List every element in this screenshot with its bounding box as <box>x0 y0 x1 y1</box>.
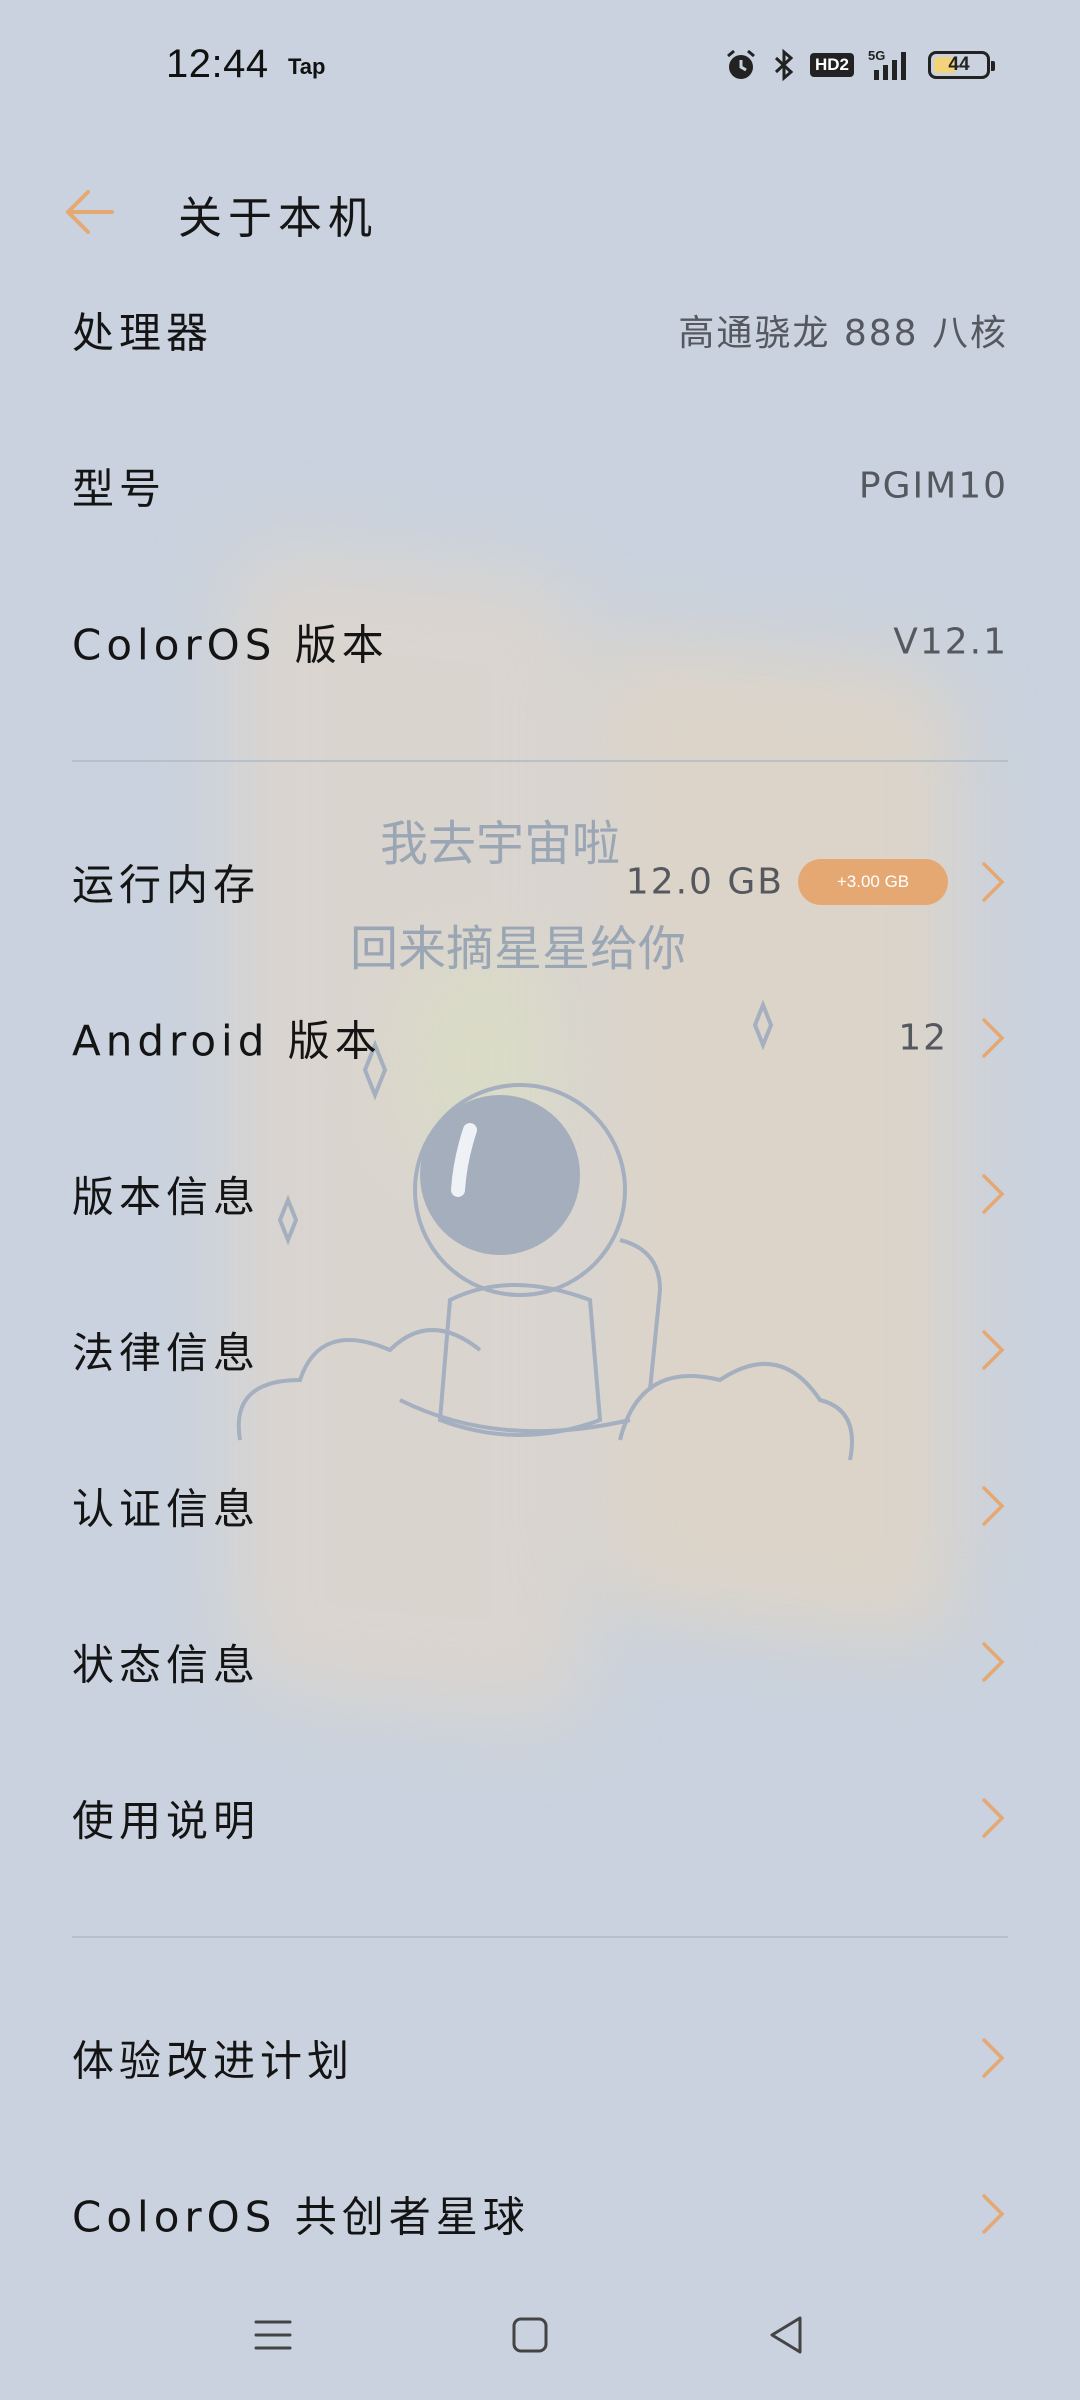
row-label: 型号 <box>72 464 167 514</box>
chevron-right-icon <box>982 1018 1005 1058</box>
row-label: ColorOS 版本 <box>72 620 389 670</box>
settings-row-user-guide[interactable]: 使用说明 <box>72 1740 1008 1896</box>
chevron-right-icon <box>982 1330 1005 1370</box>
settings-row-coloros-cocreator[interactable]: ColorOS 共创者星球 <box>72 2136 1008 2292</box>
chevron-right-icon <box>982 1174 1005 1214</box>
settings-row-version-info[interactable]: 版本信息 <box>72 1116 1008 1272</box>
row-label: 使用说明 <box>72 1796 261 1846</box>
row-label: 状态信息 <box>72 1640 261 1690</box>
settings-row-legal-info[interactable]: 法律信息 <box>72 1272 1008 1428</box>
bluetooth-icon <box>774 48 794 82</box>
alarm-icon <box>727 49 755 79</box>
status-icons: HD2 5G 44 <box>724 48 995 82</box>
navigation-bar <box>0 2280 1080 2390</box>
row-label: 处理器 <box>72 308 214 358</box>
settings-row-experience-program[interactable]: 体验改进计划 <box>72 1980 1008 2136</box>
signal-icon: 5G <box>868 48 906 80</box>
chevron-right-icon <box>982 2194 1005 2234</box>
home-icon[interactable] <box>505 2310 555 2360</box>
chevron-right-icon <box>982 862 1005 902</box>
row-label: 版本信息 <box>72 1172 261 1222</box>
row-label: 运行内存 <box>72 860 261 910</box>
row-label: ColorOS 共创者星球 <box>72 2192 530 2242</box>
settings-row-coloros-version[interactable]: ColorOS 版本 V12.1 <box>72 564 1008 720</box>
settings-row-certification-info[interactable]: 认证信息 <box>72 1428 1008 1584</box>
settings-row-status-info[interactable]: 状态信息 <box>72 1584 1008 1740</box>
row-label: Android 版本 <box>72 1016 382 1066</box>
row-label: 体验改进计划 <box>72 2036 355 2086</box>
row-value: 12.0 GB <box>625 861 784 903</box>
chevron-right-icon <box>982 1642 1005 1682</box>
battery-percent: 44 <box>948 54 970 75</box>
page-header: 关于本机 <box>0 160 1080 260</box>
row-value: 高通骁龙 888 八核 <box>678 313 1008 354</box>
menu-icon[interactable] <box>248 2310 298 2360</box>
ram-expansion-badge: +3.00 GB <box>798 859 948 905</box>
row-value: V12.1 <box>893 621 1008 663</box>
settings-row-android-version[interactable]: Android 版本 12 <box>72 960 1008 1116</box>
row-label: 认证信息 <box>72 1484 261 1534</box>
chevron-right-icon <box>982 1486 1005 1526</box>
battery-icon: 44 <box>928 51 995 79</box>
back-icon[interactable] <box>762 2310 812 2360</box>
status-time: 12:44 <box>166 42 269 86</box>
settings-row-model[interactable]: 型号 PGIM10 <box>72 408 1008 564</box>
section-divider <box>72 1936 1008 1938</box>
chevron-right-icon <box>982 2038 1005 2078</box>
page-title: 关于本机 <box>178 193 378 244</box>
settings-row-processor: 处理器 高通骁龙 888 八核 <box>72 252 1008 408</box>
section-divider <box>72 760 1008 762</box>
settings-row-ram[interactable]: 运行内存 12.0 GB +3.00 GB <box>72 804 1008 960</box>
row-label: 法律信息 <box>72 1328 261 1378</box>
hd-voice-icon: HD2 <box>809 53 854 77</box>
chevron-right-icon <box>982 1798 1005 1838</box>
row-value: 12 <box>898 1017 948 1059</box>
network-type: 5G <box>868 48 885 63</box>
status-app-tag: Tap <box>288 54 326 79</box>
back-arrow-icon[interactable] <box>62 186 118 238</box>
status-bar: 12:44 Tap HD2 5G 44 <box>0 0 1080 135</box>
row-value: PGIM10 <box>858 465 1008 507</box>
